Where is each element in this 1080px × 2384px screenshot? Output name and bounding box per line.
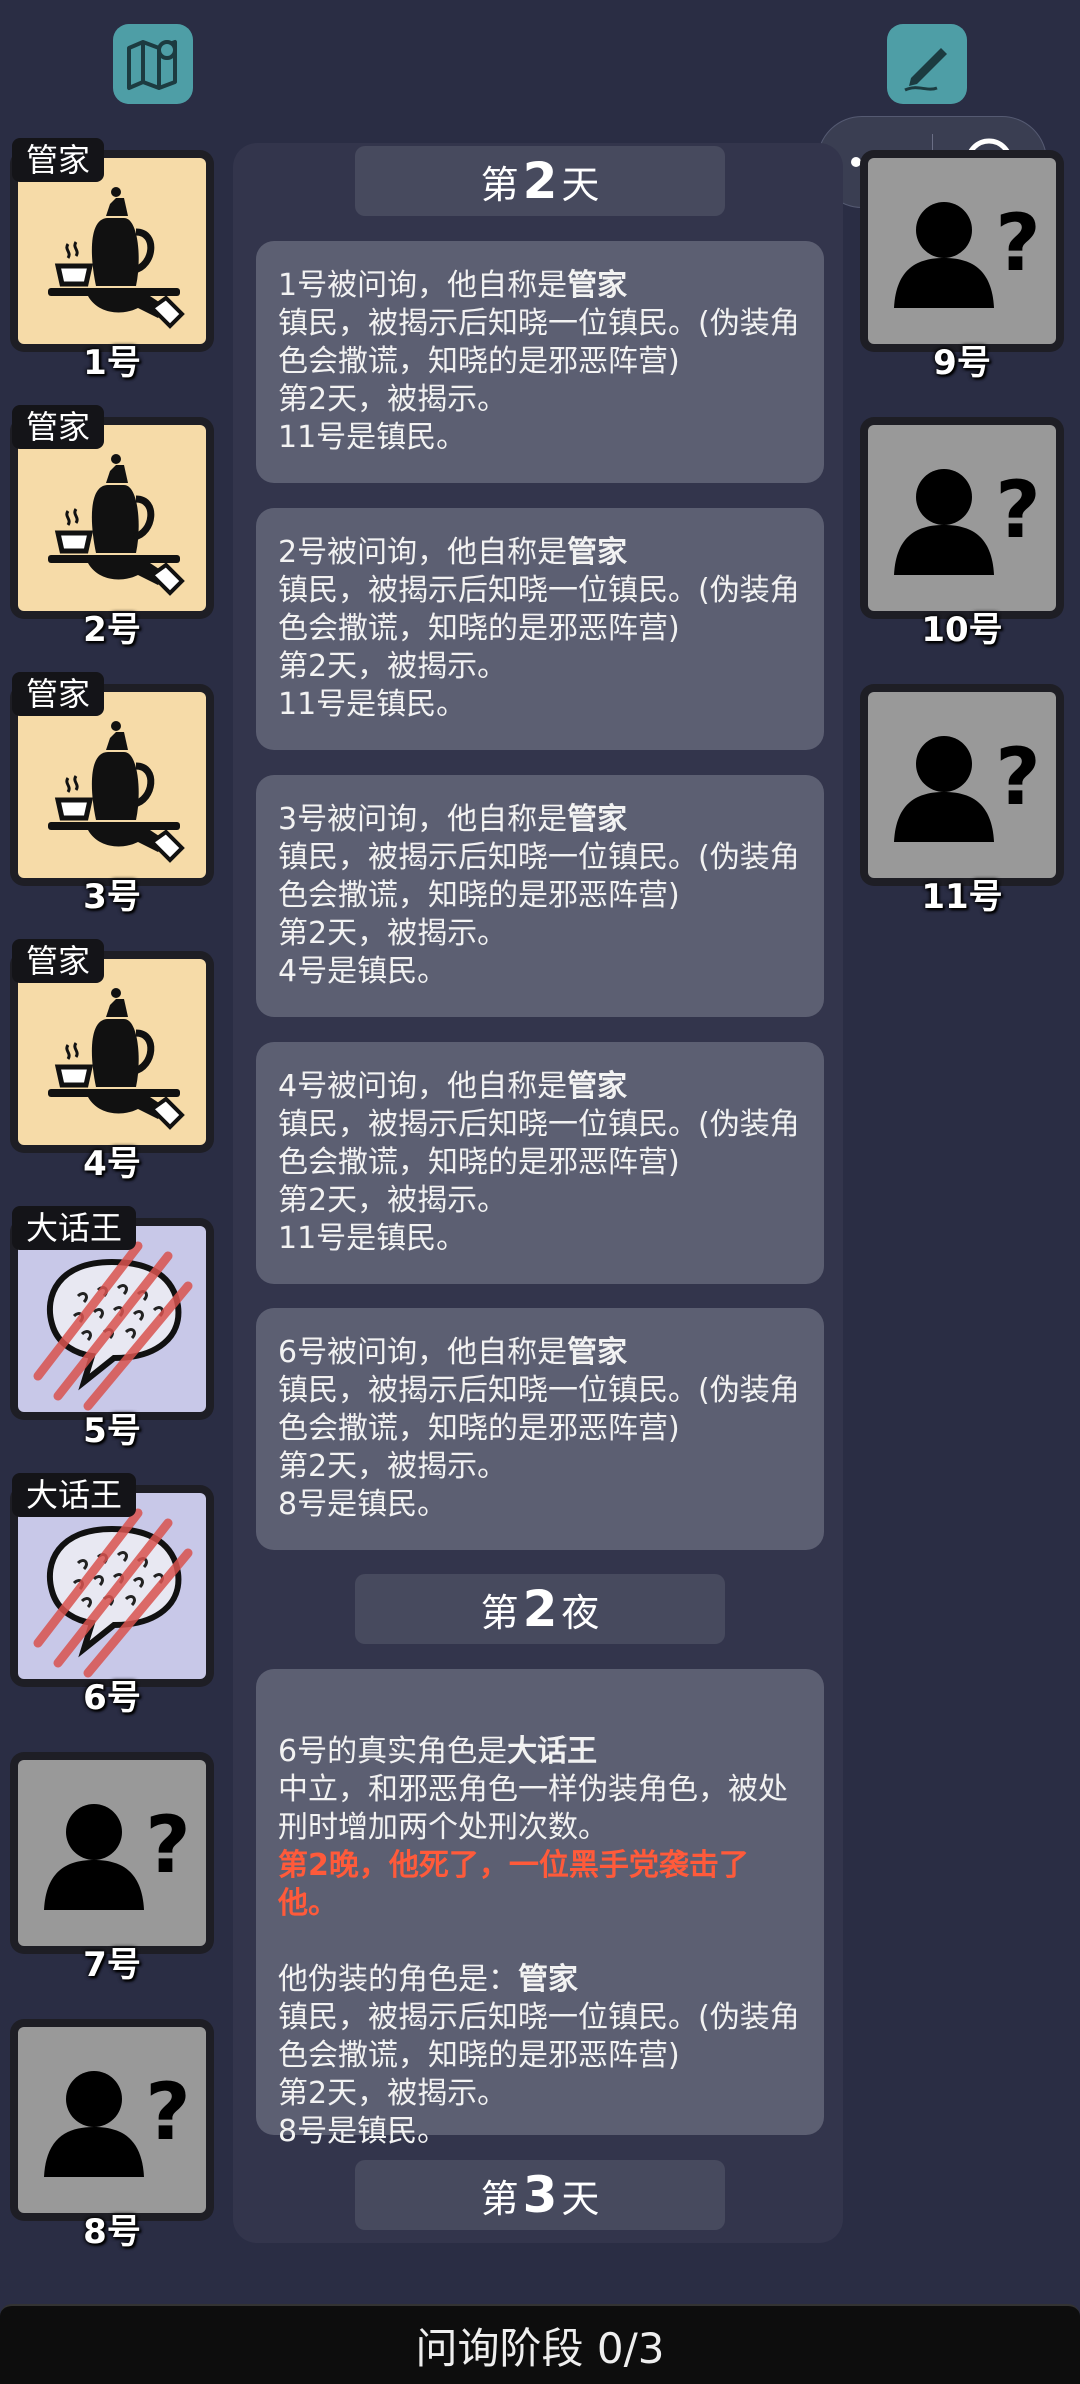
player-number: 3号 [83, 877, 141, 917]
player-avatar [18, 692, 206, 878]
map-icon [127, 40, 177, 90]
player-number: 5号 [83, 1411, 141, 1451]
inquiry-message: 4号被问询，他自称是管家 镇民，被揭示后知晓一位镇民。(伪装角色会撒谎，知晓的是… [256, 1042, 824, 1284]
player-card[interactable]: ? 9号 [860, 150, 1064, 383]
player-card[interactable]: ? 11号 [860, 684, 1064, 917]
night-header: 第2夜 [355, 1574, 725, 1644]
player-card[interactable]: ? 8号 [10, 2019, 214, 2252]
phase-label: 问询阶段 0/3 [415, 2323, 665, 2373]
butler-icon [48, 988, 185, 1130]
unknown-player-icon: ? [44, 1801, 191, 1910]
player-number: 1号 [83, 343, 141, 383]
inquiry-message: 1号被问询，他自称是管家 镇民，被揭示后知晓一位镇民。(伪装角色会撒谎，知晓的是… [256, 241, 824, 483]
day-header: 第3天 [355, 2160, 725, 2230]
player-avatar: ? [868, 158, 1056, 344]
player-avatar-frame: ? [10, 2019, 214, 2221]
butler-icon [48, 187, 185, 329]
player-avatar-frame: ? [860, 684, 1064, 886]
edit-button[interactable] [887, 24, 967, 104]
player-number: 10号 [921, 610, 1003, 650]
inquiry-message: 3号被问询，他自称是管家 镇民，被揭示后知晓一位镇民。(伪装角色会撒谎，知晓的是… [256, 775, 824, 1017]
player-avatar-frame: ? [860, 417, 1064, 619]
player-card[interactable]: ? 10号 [860, 417, 1064, 650]
unknown-player-icon: ? [894, 466, 1041, 575]
map-button[interactable] [113, 24, 193, 104]
player-number: 9号 [933, 343, 991, 383]
phase-status-bar: 问询阶段 0/3 [0, 2304, 1080, 2384]
inquiry-message: 6号被问询，他自称是管家 镇民，被揭示后知晓一位镇民。(伪装角色会撒谎，知晓的是… [256, 1308, 824, 1550]
player-card[interactable]: 管家 2号 [10, 405, 214, 650]
role-tag: 大话王 [12, 1473, 137, 1517]
night-message: 6号的真实角色是大话王 中立，和邪恶角色一样伪装角色，被处刑时增加两个处刑次数。… [256, 1669, 824, 2149]
player-number: 4号 [83, 1144, 141, 1184]
player-avatar [18, 158, 206, 344]
player-number: 2号 [83, 610, 141, 650]
player-avatar: ? [868, 425, 1056, 611]
day-header: 第2天 [355, 146, 725, 216]
role-tag: 大话王 [12, 1206, 137, 1250]
player-card[interactable]: 大话王 6号 [10, 1473, 214, 1718]
player-card[interactable]: 管家 1号 [10, 138, 214, 383]
role-tag: 管家 [12, 672, 105, 716]
inquiry-message: 2号被问询，他自称是管家 镇民，被揭示后知晓一位镇民。(伪装角色会撒谎，知晓的是… [256, 508, 824, 750]
unknown-player-icon: ? [894, 733, 1041, 842]
svg-text:?: ? [995, 733, 1040, 823]
player-card[interactable]: ? 7号 [10, 1752, 214, 1985]
role-tag: 管家 [12, 138, 105, 182]
player-avatar [18, 1226, 206, 1412]
svg-text:?: ? [995, 199, 1040, 289]
role-tag: 管家 [12, 939, 105, 983]
svg-text:?: ? [995, 466, 1040, 556]
player-avatar: ? [18, 1760, 206, 1946]
unknown-player-icon: ? [44, 2068, 191, 2177]
liar-icon [33, 1241, 193, 1411]
player-avatar [18, 425, 206, 611]
player-avatar [18, 1493, 206, 1679]
player-number: 11号 [921, 877, 1003, 917]
unknown-player-icon: ? [894, 199, 1041, 308]
player-avatar [18, 959, 206, 1145]
svg-text:?: ? [145, 2068, 190, 2158]
svg-text:?: ? [145, 1801, 190, 1891]
player-avatar-frame: ? [860, 150, 1064, 352]
player-number: 7号 [83, 1945, 141, 1985]
butler-icon [48, 454, 185, 596]
player-avatar-frame: ? [10, 1752, 214, 1954]
player-card[interactable]: 管家 4号 [10, 939, 214, 1184]
player-number: 8号 [83, 2212, 141, 2252]
player-card[interactable]: 管家 3号 [10, 672, 214, 917]
role-tag: 管家 [12, 405, 105, 449]
player-avatar: ? [18, 2027, 206, 2213]
player-card[interactable]: 大话王 5号 [10, 1206, 214, 1451]
player-number: 6号 [83, 1678, 141, 1718]
edit-icon [904, 48, 947, 92]
liar-icon [33, 1508, 193, 1678]
butler-icon [48, 721, 185, 863]
player-avatar: ? [868, 692, 1056, 878]
